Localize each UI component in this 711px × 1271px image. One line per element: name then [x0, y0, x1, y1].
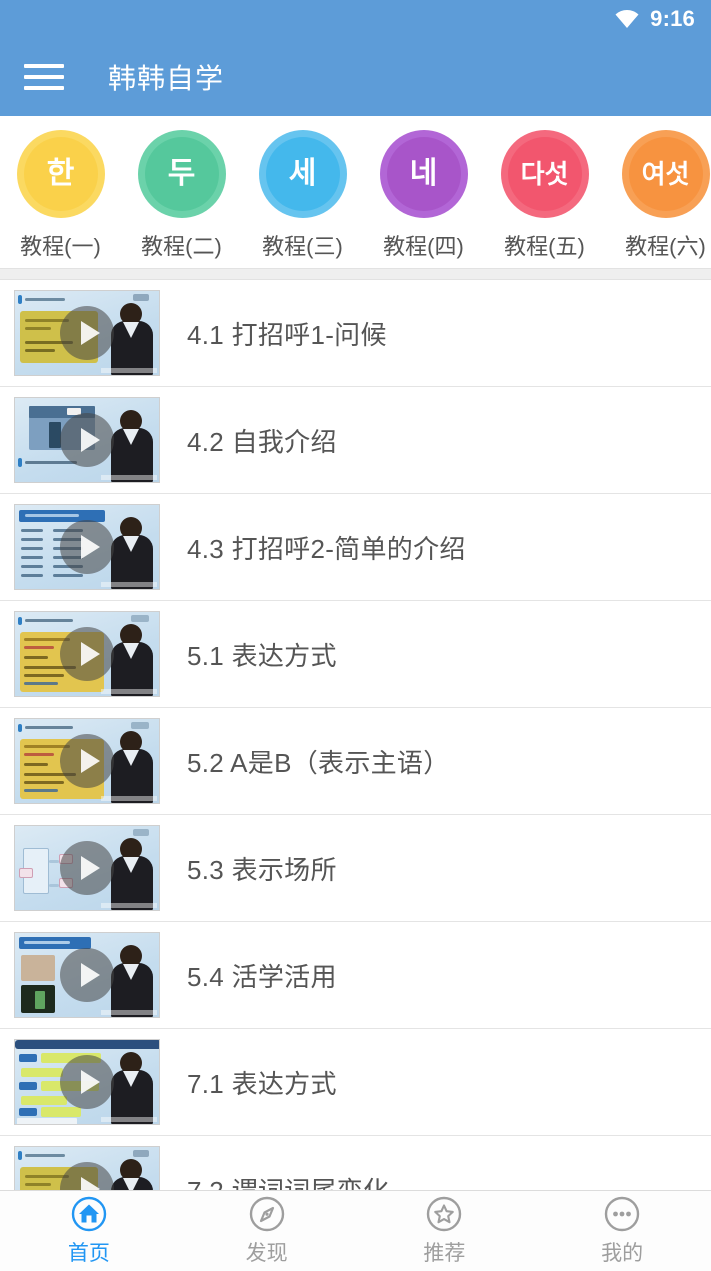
tab-label: 首页	[67, 1242, 110, 1265]
play-icon[interactable]	[60, 520, 114, 574]
tab-label: 推荐	[423, 1242, 466, 1265]
play-icon[interactable]	[60, 627, 114, 681]
lesson-thumbnail[interactable]	[14, 397, 160, 483]
star-icon	[425, 1195, 463, 1233]
category-glyph: 여섯	[641, 159, 690, 189]
lesson-row[interactable]: 7.1 表达方式	[0, 1029, 711, 1136]
lesson-row[interactable]: 4.1 打招呼1-问候	[0, 280, 711, 387]
category-label: 教程(五)	[504, 234, 585, 259]
category-item-3[interactable]: 세 教程(三)	[242, 130, 363, 261]
lesson-row[interactable]: 5.3 表示场所	[0, 815, 711, 922]
category-item-1[interactable]: 한 教程(一)	[0, 130, 121, 261]
play-icon[interactable]	[60, 306, 114, 360]
section-divider	[0, 268, 711, 280]
tab-compass[interactable]: 发现	[178, 1195, 356, 1267]
lesson-thumbnail[interactable]	[14, 504, 160, 590]
category-item-4[interactable]: 네 教程(四)	[363, 130, 484, 261]
lesson-row[interactable]: 4.2 自我介绍	[0, 387, 711, 494]
play-icon[interactable]	[60, 734, 114, 788]
category-glyph: 한	[46, 157, 75, 190]
play-icon[interactable]	[60, 1055, 114, 1109]
lesson-title: 5.1 表达方式	[187, 640, 337, 671]
category-glyph: 다섯	[520, 159, 569, 189]
category-glyph: 네	[409, 157, 438, 190]
category-circle: 세	[258, 130, 347, 218]
compass-icon	[248, 1195, 286, 1233]
category-glyph: 세	[288, 157, 317, 190]
tab-home[interactable]: 首页	[0, 1195, 178, 1267]
bottom-navigation: 首页 发现 推荐 我的	[0, 1190, 711, 1271]
wifi-icon	[614, 9, 640, 29]
hamburger-menu-icon[interactable]	[24, 62, 64, 92]
category-circle: 네	[379, 130, 468, 218]
lesson-thumbnail[interactable]	[14, 611, 160, 697]
category-circle: 한	[16, 130, 105, 218]
play-icon[interactable]	[60, 841, 114, 895]
category-glyph: 두	[167, 157, 196, 190]
category-circle: 두	[137, 130, 226, 218]
lesson-thumbnail[interactable]	[14, 825, 160, 911]
more-dots-icon	[603, 1195, 641, 1233]
lesson-row[interactable]: 4.3 打招呼2-简单的介绍	[0, 494, 711, 601]
category-label: 教程(二)	[141, 234, 222, 259]
lesson-row[interactable]: 5.2 A是B（表示主语）	[0, 708, 711, 815]
status-bar: 9:16	[0, 0, 711, 38]
category-label: 教程(六)	[625, 234, 706, 259]
tab-label: 我的	[601, 1242, 644, 1265]
lesson-thumbnail[interactable]	[14, 718, 160, 804]
lesson-title: 5.3 表示场所	[187, 854, 337, 885]
category-label: 教程(三)	[262, 234, 343, 259]
lesson-title: 4.1 打招呼1-问候	[187, 319, 387, 350]
category-item-6[interactable]: 여섯 教程(六)	[605, 130, 711, 261]
lesson-thumbnail[interactable]	[14, 290, 160, 376]
category-circle: 여섯	[621, 130, 710, 218]
category-circle: 다섯	[500, 130, 589, 218]
category-strip[interactable]: 한 教程(一) 두 教程(二) 세 教程(三) 네 教程(四) 다섯 教程(五) 여섯 教程(六)	[0, 116, 711, 268]
page-title: 韩韩自学	[108, 63, 225, 94]
category-item-2[interactable]: 두 教程(二)	[121, 130, 242, 261]
tab-label: 发现	[245, 1242, 288, 1265]
lesson-title: 7.1 表达方式	[187, 1068, 337, 1099]
status-bar-clock: 9:16	[650, 6, 695, 31]
category-item-5[interactable]: 다섯 教程(五)	[484, 130, 605, 261]
lesson-thumbnail[interactable]	[14, 932, 160, 1018]
play-icon[interactable]	[60, 413, 114, 467]
lesson-title: 5.4 活学活用	[187, 961, 337, 992]
category-label: 教程(一)	[20, 234, 101, 259]
lesson-thumbnail[interactable]	[14, 1039, 160, 1125]
app-bar: 韩韩自学	[0, 38, 711, 116]
tab-more-dots[interactable]: 我的	[533, 1195, 711, 1267]
category-label: 教程(四)	[383, 234, 464, 259]
lesson-row[interactable]: 5.4 活学活用	[0, 922, 711, 1029]
play-icon[interactable]	[60, 948, 114, 1002]
home-icon	[70, 1195, 108, 1233]
lesson-title: 4.2 自我介绍	[187, 426, 337, 457]
lesson-list[interactable]: 4.1 打招呼1-问候 4.2 自我介绍 4.3 打招呼2-简单的介绍 5.1 表达方…	[0, 280, 711, 1200]
tab-star[interactable]: 推荐	[356, 1195, 534, 1267]
lesson-title: 5.2 A是B（表示主语）	[187, 747, 450, 778]
lesson-row[interactable]: 5.1 表达方式	[0, 601, 711, 708]
lesson-title: 4.3 打招呼2-简单的介绍	[187, 533, 466, 564]
